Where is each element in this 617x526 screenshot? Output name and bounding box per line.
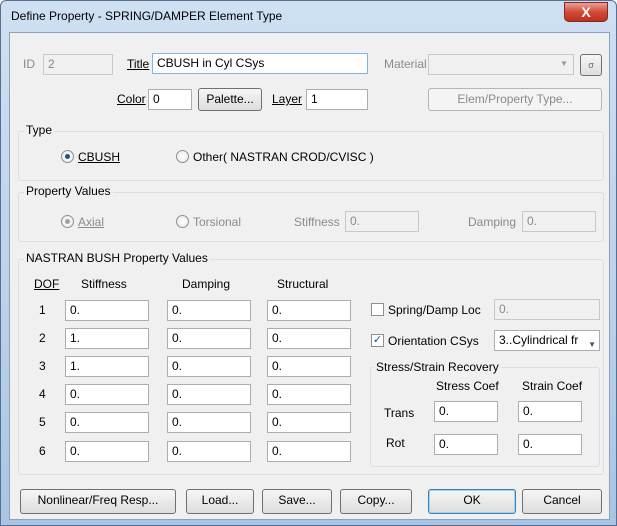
id-label: ID — [23, 57, 35, 71]
damping-6-field[interactable]: 0. — [167, 441, 251, 462]
structural-4-field[interactable]: 0. — [267, 384, 351, 405]
load-button[interactable]: Load... — [186, 489, 254, 514]
stiffness-2-field[interactable]: 1. — [65, 328, 149, 349]
structural-6-field[interactable]: 0. — [267, 441, 351, 462]
damping-1-field[interactable]: 0. — [167, 300, 251, 321]
orientation-csys-dropdown[interactable]: 3..Cylindrical fr ▼ — [494, 330, 600, 351]
spring-damp-loc-field[interactable]: 0. — [494, 299, 600, 320]
trans-label: Trans — [384, 406, 415, 420]
color-field[interactable]: 0 — [148, 89, 192, 110]
dof-6-label: 6 — [39, 444, 46, 458]
stiffness-field[interactable]: 0. — [345, 211, 419, 232]
id-field[interactable]: 2 — [43, 54, 113, 75]
bush-group-title: NASTRAN BUSH Property Values — [24, 251, 210, 265]
damping-label: Damping — [468, 215, 517, 229]
dof-1-label: 1 — [39, 303, 46, 317]
dof-3-label: 3 — [39, 359, 46, 373]
other-radio[interactable] — [176, 150, 189, 163]
stress-coef-header: Stress Coef — [436, 379, 499, 393]
save-button[interactable]: Save... — [262, 489, 332, 514]
title-field[interactable]: CBUSH in Cyl CSys — [152, 53, 368, 74]
structural-header: Structural — [277, 277, 329, 291]
nonlinear-freq-resp-button[interactable]: Nonlinear/Freq Resp... — [20, 489, 176, 514]
damping-4-field[interactable]: 0. — [167, 384, 251, 405]
damping-3-field[interactable]: 0. — [167, 356, 251, 377]
stiffness-header: Stiffness — [81, 277, 127, 291]
trans-stress-field[interactable]: 0. — [434, 401, 498, 422]
stiffness-label: Stiffness — [294, 215, 340, 229]
rot-strain-field[interactable]: 0. — [518, 434, 582, 455]
color-label: Color — [117, 92, 146, 106]
type-group-title: Type — [24, 123, 55, 137]
title-bar[interactable]: Define Property - SPRING/DAMPER Element … — [1, 1, 616, 31]
chevron-down-icon: ▼ — [588, 340, 596, 349]
stiffness-5-field[interactable]: 0. — [65, 412, 149, 433]
trans-strain-field[interactable]: 0. — [518, 401, 582, 422]
copy-button[interactable]: Copy... — [340, 489, 412, 514]
cbush-radio[interactable] — [61, 150, 74, 163]
dof-2-label: 2 — [39, 331, 46, 345]
orientation-csys-label: Orientation CSys — [388, 334, 479, 348]
spring-damp-loc-label: Spring/Damp Loc — [388, 303, 481, 317]
layer-label: Layer — [272, 92, 303, 106]
layer-field[interactable]: 1 — [306, 89, 368, 110]
cancel-button[interactable]: Cancel — [522, 489, 602, 514]
spring-damp-loc-checkbox[interactable] — [371, 303, 384, 316]
stiffness-6-field[interactable]: 0. — [65, 441, 149, 462]
strain-coef-header: Strain Coef — [522, 379, 583, 393]
close-button[interactable]: X — [564, 2, 608, 22]
dof-header: DOF — [34, 277, 60, 291]
palette-button[interactable]: Palette... — [198, 88, 262, 111]
chevron-down-icon: ▼ — [560, 59, 568, 68]
title-label: Title — [127, 57, 150, 71]
cbush-label: CBUSH — [78, 150, 121, 164]
structural-2-field[interactable]: 0. — [267, 328, 351, 349]
stiffness-3-field[interactable]: 1. — [65, 356, 149, 377]
rot-stress-field[interactable]: 0. — [434, 434, 498, 455]
damping-5-field[interactable]: 0. — [167, 412, 251, 433]
property-values-title: Property Values — [24, 184, 113, 198]
material-select-icon[interactable]: σ — [580, 54, 602, 76]
orientation-csys-checkbox[interactable]: ✓ — [371, 334, 384, 347]
other-label: Other( NASTRAN CROD/CVISC ) — [193, 150, 374, 164]
dialog-body: ID 2 Title CBUSH in Cyl CSys Material ▼ … — [9, 32, 610, 520]
structural-5-field[interactable]: 0. — [267, 412, 351, 433]
damping-header: Damping — [182, 277, 231, 291]
axial-label: Axial — [78, 215, 105, 229]
orientation-csys-value: 3..Cylindrical fr — [499, 333, 579, 347]
material-dropdown[interactable] — [428, 54, 574, 75]
stiffness-1-field[interactable]: 0. — [65, 300, 149, 321]
stiffness-4-field[interactable]: 0. — [65, 384, 149, 405]
dof-4-label: 4 — [39, 387, 46, 401]
ok-button[interactable]: OK — [428, 489, 516, 514]
torsional-label: Torsional — [193, 215, 242, 229]
elem-property-type-button[interactable]: Elem/Property Type... — [428, 88, 602, 111]
damping-field[interactable]: 0. — [522, 211, 596, 232]
torsional-radio[interactable] — [176, 215, 189, 228]
recovery-title: Stress/Strain Recovery — [374, 360, 501, 374]
window-title: Define Property - SPRING/DAMPER Element … — [11, 9, 283, 23]
axial-radio[interactable] — [61, 215, 74, 228]
rot-label: Rot — [386, 436, 405, 450]
material-label: Material — [384, 57, 427, 71]
dof-5-label: 5 — [39, 415, 46, 429]
damping-2-field[interactable]: 0. — [167, 328, 251, 349]
structural-3-field[interactable]: 0. — [267, 356, 351, 377]
dialog-window: Define Property - SPRING/DAMPER Element … — [0, 0, 617, 526]
structural-1-field[interactable]: 0. — [267, 300, 351, 321]
